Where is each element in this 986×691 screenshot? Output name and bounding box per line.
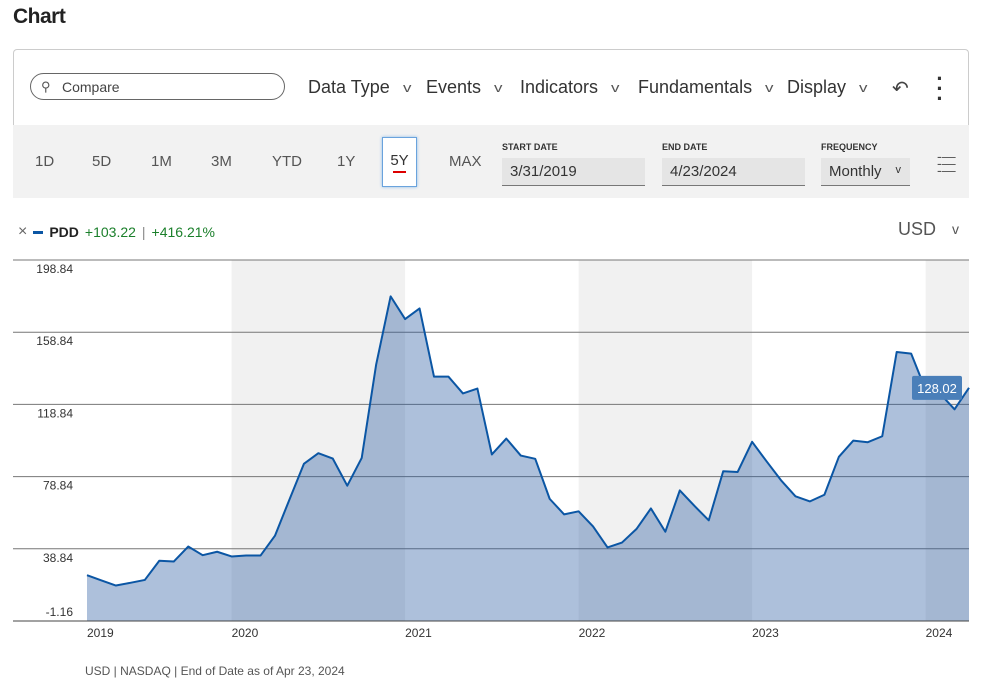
series-change: +103.22 (84, 224, 136, 240)
menu-fundamentals[interactable]: Fundamentals v (638, 77, 774, 98)
menu-label: Display (787, 77, 847, 97)
chevron-down-icon: v (402, 80, 412, 95)
chart-footer: USD | NASDAQ | End of Date as of Apr 23,… (85, 664, 345, 678)
separator: | (141, 224, 146, 240)
menu-label: Fundamentals (638, 77, 753, 97)
chevron-down-icon: v (952, 221, 960, 237)
menu-data-type[interactable]: Data Type v (308, 77, 412, 98)
y-tick-label: 78.84 (43, 479, 73, 493)
x-tick-label: 2023 (752, 626, 779, 640)
menu-indicators[interactable]: Indicators v (520, 77, 620, 98)
x-tick-label: 2019 (87, 626, 114, 640)
menu-label: Data Type (308, 77, 390, 97)
x-tick-label: 2021 (405, 626, 432, 640)
price-chart[interactable]: 198.84 158.84 118.84 78.84 38.84 -1.16 2019 202… (0, 250, 986, 650)
x-tick-label: 2024 (926, 626, 953, 640)
chevron-down-icon: v (859, 80, 868, 95)
last-value-label: 128.02 (917, 381, 957, 396)
chart-page: Chart ⚲ Compare Data Type v Events v Indic… (0, 0, 986, 691)
frequency-label: FREQUENCY (821, 142, 878, 152)
list-settings-icon[interactable]: -— -— -— (937, 149, 956, 177)
y-tick-label: -1.16 (46, 605, 74, 619)
undo-icon[interactable]: ↶ (892, 76, 909, 101)
more-vertical-icon[interactable]: · · · (935, 68, 945, 110)
search-icon: ⚲ (41, 79, 51, 94)
range-5y-label: 5Y (390, 152, 409, 169)
selected-indicator (393, 171, 406, 173)
range-ytd-button[interactable]: YTD (272, 153, 302, 170)
page-title: Chart (13, 5, 66, 28)
currency-select[interactable]: USD v (898, 219, 959, 240)
menu-display[interactable]: Display v (787, 77, 868, 98)
legend: × PDD +103.22 | +416.21% (18, 223, 215, 241)
range-1m-button[interactable]: 1M (151, 153, 172, 170)
y-tick-label: 118.84 (37, 406, 73, 420)
range-1d-button[interactable]: 1D (35, 153, 54, 170)
frequency-select[interactable]: Monthly v (821, 158, 910, 186)
area-fill (87, 296, 969, 621)
range-max-button[interactable]: MAX (449, 153, 482, 170)
y-tick-label: 198.84 (36, 262, 73, 276)
range-1y-button[interactable]: 1Y (337, 153, 355, 170)
menu-label: Events (426, 77, 482, 97)
chevron-down-icon: v (895, 164, 902, 176)
menu-label: Indicators (520, 77, 599, 97)
range-5y-button[interactable]: 5Y (382, 137, 417, 187)
y-tick-label: 158.84 (36, 334, 73, 348)
series-swatch (33, 230, 44, 234)
end-date-label: END DATE (662, 142, 708, 152)
chevron-down-icon: v (494, 80, 503, 95)
start-date-input[interactable]: 3/31/2019 (502, 158, 645, 186)
x-tick-label: 2020 (232, 626, 259, 640)
chevron-down-icon: v (611, 80, 620, 95)
search-placeholder: Compare (62, 79, 120, 95)
chevron-down-icon: v (765, 80, 774, 95)
series-symbol: PDD (49, 224, 79, 240)
compare-search-input[interactable]: ⚲ Compare (30, 73, 285, 100)
currency-value: USD (898, 219, 937, 239)
remove-series-icon[interactable]: × (18, 223, 27, 241)
end-date-input[interactable]: 4/23/2024 (662, 158, 805, 186)
x-tick-label: 2022 (579, 626, 606, 640)
range-5d-button[interactable]: 5D (92, 153, 111, 170)
range-3m-button[interactable]: 3M (211, 153, 232, 170)
series-change-pct: +416.21% (151, 224, 215, 240)
menu-events[interactable]: Events v (426, 77, 503, 98)
y-tick-label: 38.84 (43, 551, 73, 565)
start-date-label: START DATE (502, 142, 558, 152)
frequency-value: Monthly (829, 163, 882, 180)
